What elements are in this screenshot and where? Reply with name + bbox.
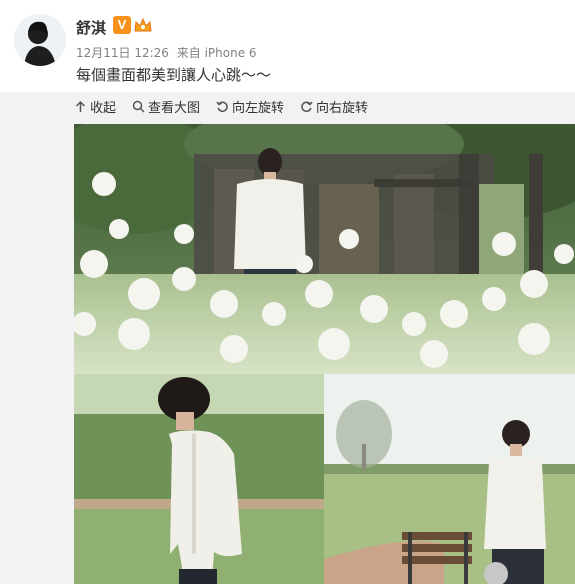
post-source[interactable]: 来自 iPhone 6	[177, 46, 257, 60]
rotate-right-button[interactable]: 向右旋转	[300, 97, 368, 116]
rotate-left-label: 向左旋转	[232, 100, 285, 116]
post-photo[interactable]	[74, 124, 575, 584]
arrow-up-icon	[75, 100, 86, 112]
collapse-label: 收起	[90, 100, 117, 116]
post-text: 每個畫面都美到讓人心跳～～	[76, 66, 272, 84]
media-toolbar: 收起 查看大图 向左旋转 向右旋转	[74, 95, 384, 117]
rotate-left-button[interactable]: 向左旋转	[216, 97, 284, 116]
search-icon	[132, 100, 145, 113]
photo-bottom-left-scene	[74, 374, 324, 584]
photo-bottom-right-scene	[324, 374, 575, 584]
photo-top-scene	[74, 124, 575, 374]
author-name[interactable]: 舒淇	[76, 17, 106, 38]
avatar[interactable]	[14, 14, 66, 66]
verified-badge-icon: V	[113, 16, 131, 34]
collapse-button[interactable]: 收起	[74, 97, 116, 116]
vip-crown-icon[interactable]	[133, 15, 153, 35]
post-time[interactable]: 12月11日 12:26	[76, 46, 169, 60]
rotate-left-icon	[216, 101, 228, 112]
rotate-right-label: 向右旋转	[316, 100, 369, 116]
view-large-label: 查看大图	[148, 100, 201, 116]
avatar-silhouette-icon	[14, 14, 66, 66]
post-header: 舒淇 V 12月11日 12:26 来自 iPhone 6 每個畫面都美到讓人心…	[0, 0, 575, 92]
view-large-button[interactable]: 查看大图	[132, 97, 200, 116]
post-meta: 12月11日 12:26 来自 iPhone 6	[76, 44, 261, 61]
rotate-right-icon	[301, 101, 313, 112]
